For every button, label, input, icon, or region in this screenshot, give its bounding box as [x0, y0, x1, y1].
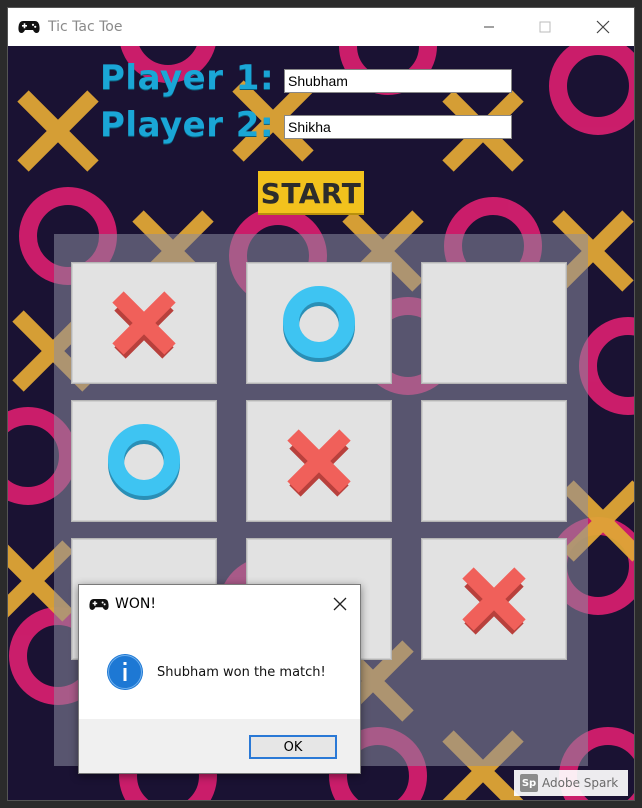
x-mark-icon: [462, 567, 526, 635]
dialog-body: Shubham won the match!: [79, 623, 360, 719]
close-icon: [596, 20, 610, 34]
start-button[interactable]: START: [258, 171, 364, 215]
board-cell-2[interactable]: [246, 262, 392, 384]
board-cell-5[interactable]: [246, 400, 392, 522]
player2-input[interactable]: Shikha: [284, 115, 512, 139]
title-bar: Tic Tac Toe: [8, 8, 634, 46]
ok-button[interactable]: OK: [249, 735, 337, 759]
o-mark-icon: [108, 424, 180, 500]
player1-label: Player 1:: [100, 58, 275, 98]
dialog-title-bar: WON!: [79, 585, 360, 623]
game-window: Tic Tac Toe Player 1: Shubham Player 2: …: [8, 8, 634, 800]
board-cell-3[interactable]: [421, 262, 567, 384]
gamepad-icon: [18, 21, 40, 33]
player1-input[interactable]: Shubham: [284, 69, 512, 93]
dialog-message: Shubham won the match!: [157, 665, 326, 680]
adobe-spark-watermark: Sp Adobe Spark: [514, 770, 628, 796]
player2-label: Player 2:: [100, 105, 275, 145]
watermark-text: Adobe Spark: [542, 776, 619, 790]
board-cell-4[interactable]: [71, 400, 217, 522]
dialog-title: WON!: [115, 596, 156, 612]
info-icon: [107, 654, 143, 690]
spark-badge: Sp: [520, 774, 538, 792]
minimize-button[interactable]: [466, 8, 512, 46]
maximize-button[interactable]: [522, 8, 568, 46]
dialog-close-button[interactable]: [326, 591, 354, 617]
window-title: Tic Tac Toe: [48, 19, 123, 35]
x-mark-icon: [112, 291, 176, 359]
close-icon: [333, 597, 347, 611]
won-dialog: WON! Shubham won the match! OK: [78, 584, 361, 774]
board-cell-6[interactable]: [421, 400, 567, 522]
gamepad-icon: [89, 598, 109, 610]
maximize-icon: [539, 21, 551, 33]
board-cell-1[interactable]: [71, 262, 217, 384]
x-mark-icon: [287, 429, 351, 497]
dialog-footer: OK: [79, 719, 360, 773]
o-mark-icon: [283, 286, 355, 362]
board-cell-9[interactable]: [421, 538, 567, 660]
close-button[interactable]: [580, 8, 626, 46]
minimize-icon: [484, 26, 494, 28]
